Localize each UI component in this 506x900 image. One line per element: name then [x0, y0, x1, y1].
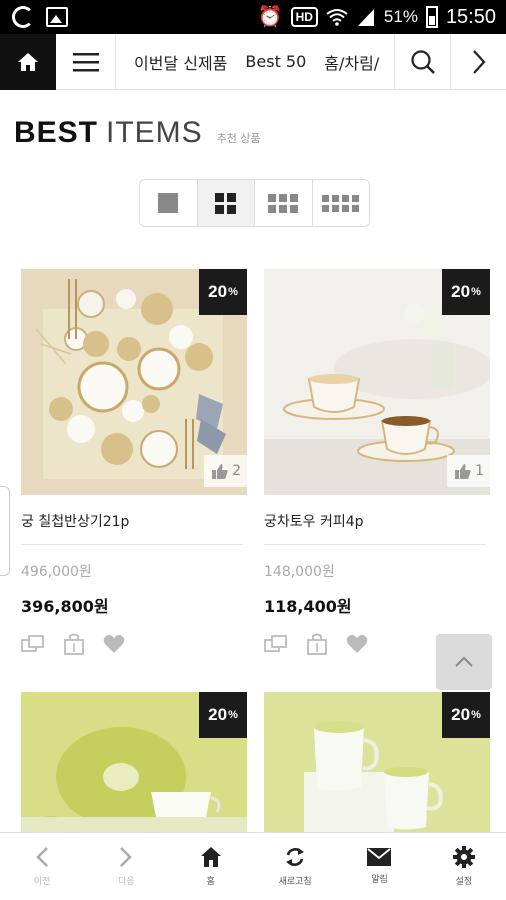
sale-price: 396,800원 [21, 597, 109, 616]
product-card[interactable]: 20% [264, 692, 490, 832]
refresh-button[interactable]: 새로고침 [253, 833, 337, 900]
view-1-column-button[interactable] [140, 180, 198, 226]
wishlist-button[interactable] [103, 634, 125, 654]
next-tabs-button[interactable] [450, 34, 506, 90]
discount-badge: 20% [199, 269, 247, 315]
original-price: 148,000원 [264, 564, 335, 580]
heading-subtitle: 추천 상품 [216, 132, 261, 145]
hd-icon: HD [290, 7, 318, 27]
product-name[interactable]: 궁 칠첩반상기21p [21, 495, 243, 545]
view-4-column-button[interactable] [312, 180, 369, 226]
forward-button[interactable]: 다음 [84, 833, 168, 900]
cart-button[interactable] [63, 633, 85, 655]
chevron-left-icon [36, 847, 49, 867]
chevron-right-icon [120, 847, 133, 867]
menu-button[interactable] [56, 34, 116, 90]
search-button[interactable] [394, 34, 450, 90]
home-nav-button[interactable]: 홈 [169, 833, 253, 900]
refresh-icon [286, 848, 305, 866]
battery-percent: 51% [383, 7, 418, 26]
compare-icon [264, 635, 287, 652]
cart-button[interactable] [306, 633, 328, 655]
discount-badge: 20% [442, 692, 490, 738]
back-button[interactable]: 이전 [0, 833, 84, 900]
product-image[interactable]: 20% [264, 692, 490, 832]
product-actions [21, 633, 247, 655]
bottom-nav: 이전 다음 홈 새로고침 알림 설정 [0, 832, 506, 900]
home-icon [200, 847, 221, 867]
product-image[interactable]: 20% 1 [264, 269, 490, 495]
heading-title-bold: BEST [14, 116, 99, 149]
search-icon [410, 50, 435, 74]
thumbs-up-icon [455, 463, 471, 479]
chevron-right-icon [472, 50, 485, 74]
side-drawer-handle[interactable] [0, 486, 10, 576]
mail-icon [367, 848, 392, 866]
gear-icon [452, 846, 475, 868]
top-nav: 이번달 신제품 Best 50 홈/차림/ [0, 34, 506, 90]
scroll-top-button[interactable] [436, 634, 492, 690]
tab-home-table[interactable]: 홈/차림/ [324, 50, 379, 74]
grid-view-toggle [139, 179, 370, 227]
shopping-bag-icon [64, 633, 84, 655]
tab-new-this-month[interactable]: 이번달 신제품 [134, 50, 227, 74]
image-notification-icon [46, 7, 68, 27]
sale-price: 118,400원 [264, 597, 352, 616]
settings-button[interactable]: 설정 [422, 833, 506, 900]
section-heading: BEST ITEMS 추천 상품 [14, 116, 261, 150]
compare-button[interactable] [264, 634, 288, 654]
chevron-up-icon [455, 656, 473, 667]
heart-icon [346, 634, 368, 653]
clock: 15:50 [445, 5, 496, 28]
status-bar: ⏰ HD 51% 15:50 [0, 0, 506, 34]
product-card[interactable]: 20% 2 궁 칠첩반상기21p 496,000원 396,800원 [21, 269, 247, 655]
view-2-column-button[interactable] [197, 180, 255, 226]
hamburger-icon [72, 53, 99, 72]
like-count[interactable]: 1 [447, 455, 490, 487]
wifi-icon [326, 9, 348, 26]
product-card[interactable]: 20% 1 궁차토우 커피4p 148,000원 118,400원 [264, 269, 490, 655]
product-image[interactable]: 20% [21, 692, 247, 832]
product-card[interactable]: 20% [21, 692, 247, 832]
single-square-icon [158, 193, 179, 213]
app-notification-icon [12, 6, 34, 28]
compare-icon [21, 635, 44, 652]
product-image[interactable]: 20% 2 [21, 269, 247, 495]
wishlist-button[interactable] [346, 634, 368, 654]
like-count[interactable]: 2 [204, 455, 247, 487]
shopping-bag-icon [307, 633, 327, 655]
tab-best-50[interactable]: Best 50 [245, 52, 306, 71]
category-tabs: 이번달 신제품 Best 50 홈/차림/ [116, 34, 394, 89]
grid-2-icon [215, 192, 237, 214]
grid-4-icon [322, 194, 360, 212]
alarm-icon: ⏰ [257, 6, 283, 28]
notifications-button[interactable]: 알림 [337, 833, 421, 900]
home-icon [18, 53, 38, 71]
home-button[interactable] [0, 34, 56, 90]
view-3-column-button[interactable] [255, 180, 313, 226]
signal-icon [357, 9, 374, 26]
original-price: 496,000원 [21, 564, 92, 580]
discount-badge: 20% [199, 692, 247, 738]
heart-icon [103, 634, 125, 653]
compare-button[interactable] [21, 634, 45, 654]
heading-title-light: ITEMS [106, 116, 203, 149]
product-name[interactable]: 궁차토우 커피4p [264, 495, 486, 545]
thumbs-up-icon [212, 463, 228, 479]
grid-3-icon [268, 193, 299, 213]
battery-icon [425, 6, 438, 28]
discount-badge: 20% [442, 269, 490, 315]
